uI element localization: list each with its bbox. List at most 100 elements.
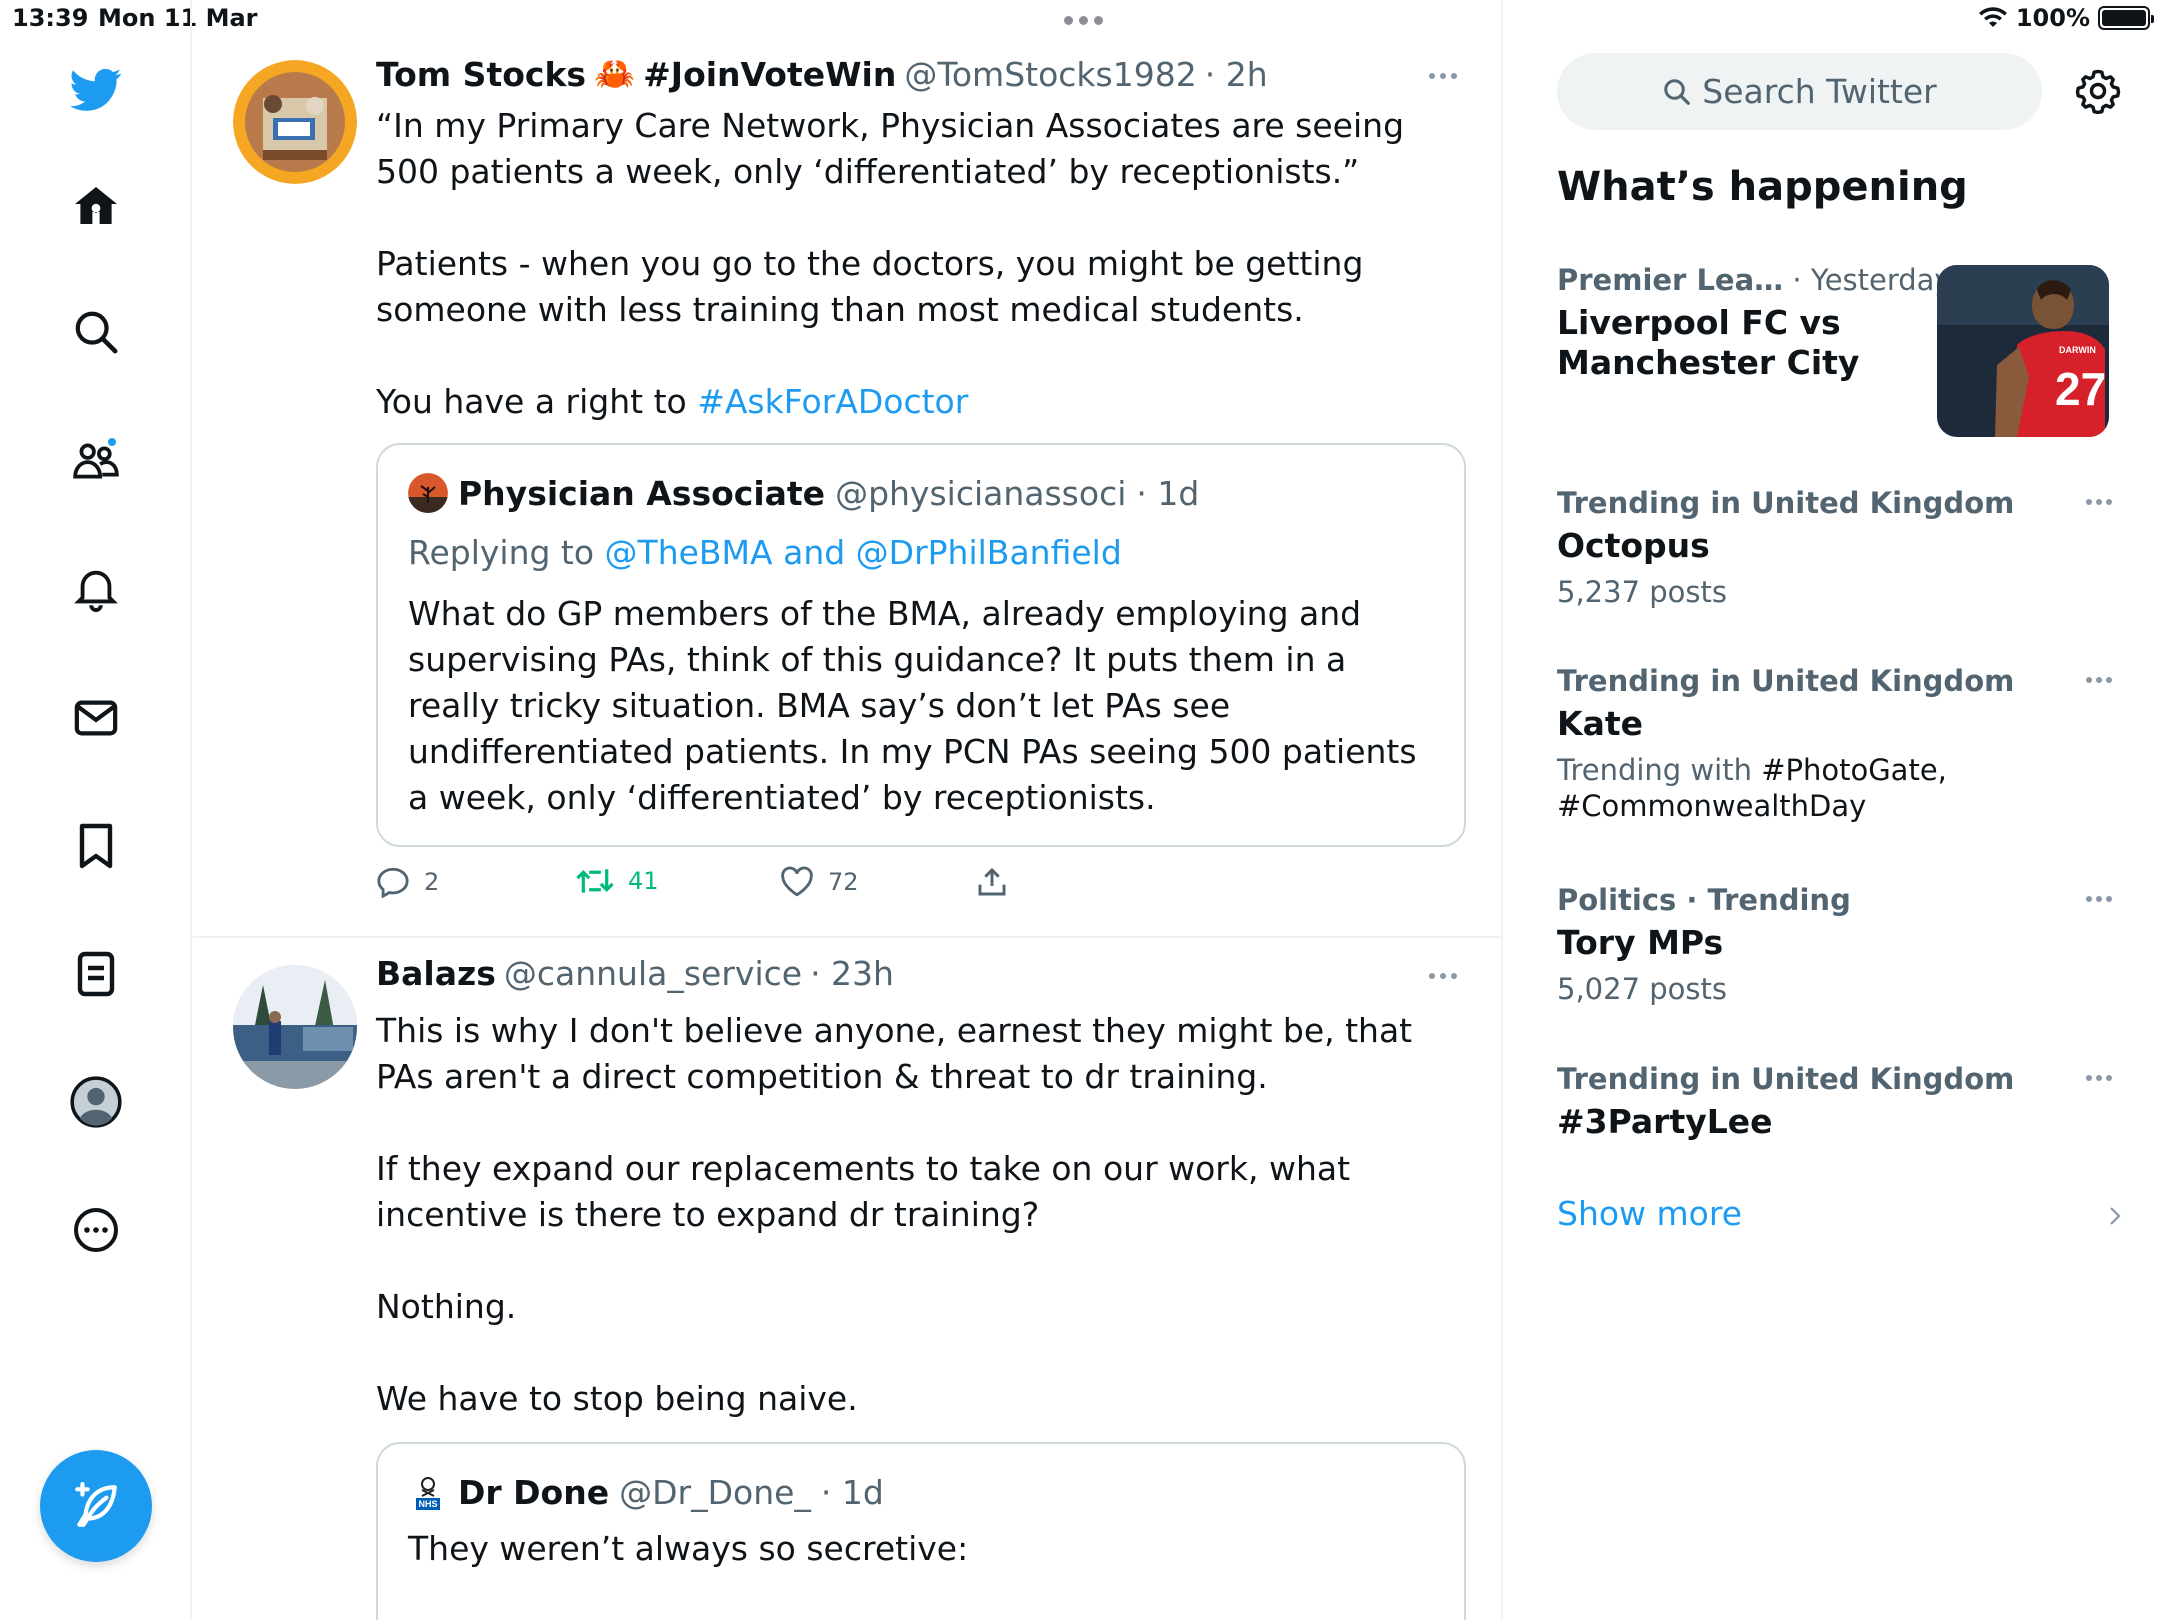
tweet-more-icon[interactable] [1423, 966, 1463, 986]
reply-count: 2 [424, 868, 440, 896]
author-name[interactable]: Balazs [376, 954, 496, 993]
settings-gear-icon[interactable] [2075, 68, 2121, 114]
compose-tweet-button[interactable] [40, 1450, 152, 1562]
explore-icon[interactable] [66, 302, 126, 362]
messages-envelope-icon[interactable] [66, 688, 126, 748]
trend-item[interactable]: Trending in United Kingdom Octopus 5,237… [1557, 486, 2117, 610]
twitter-logo-icon[interactable] [66, 60, 126, 120]
quoted-avatar: NHS [408, 1472, 448, 1512]
tweet-actions: 2 41 72 [376, 866, 1276, 906]
compose-feather-icon [75, 1482, 117, 1527]
tweet-paragraph: Patients - when you go to the doctors, y… [376, 244, 1364, 329]
trend-meta: Trending in United Kingdom [1557, 664, 2015, 698]
tweet-header: Balazs @cannula_service · 23h [376, 954, 894, 993]
avatar[interactable] [233, 965, 357, 1089]
home-icon[interactable] [66, 176, 126, 236]
tweet-paragraph: “In my Primary Care Network, Physician A… [376, 106, 1405, 191]
tweet-paragraph: Nothing. [376, 1287, 517, 1326]
tweet-paragraph: We have to stop being naive. [376, 1379, 858, 1418]
replying-to-links[interactable]: @TheBMA and @DrPhilBanfield [605, 533, 1122, 572]
tweet-paragraph: If they expand our replacements to take … [376, 1149, 1351, 1234]
trend-name: Octopus [1557, 526, 1710, 565]
reply-button[interactable]: 2 [376, 866, 439, 898]
bookmarks-icon[interactable] [66, 816, 126, 876]
quoted-text: They weren’t always so secretive: [408, 1529, 969, 1568]
tweet-text: This is why I don't believe anyone, earn… [376, 1008, 1436, 1422]
tweet-time[interactable]: · 23h [810, 954, 894, 993]
nav-rail [0, 0, 192, 1620]
quoted-author-name: Dr Done [458, 1472, 610, 1512]
retweet-count: 41 [628, 867, 659, 895]
trend-more-icon[interactable] [2081, 674, 2117, 686]
replying-to: Replying to @TheBMA and @DrPhilBanfield [408, 533, 1122, 572]
trend-meta: Premier Lea… · Yesterday [1557, 263, 1952, 297]
author-name[interactable]: Tom Stocks [376, 55, 586, 94]
trend-meta: Trending in United Kingdom [1557, 486, 2015, 520]
quoted-time: · 1d [820, 1472, 884, 1512]
trend-item[interactable]: Politics · Trending Tory MPs 5,027 posts [1557, 883, 2117, 1007]
quoted-author-name: Physician Associate [458, 473, 826, 513]
like-count: 72 [828, 868, 859, 896]
lists-icon[interactable] [66, 944, 126, 1004]
author-handle[interactable]: @cannula_service [504, 954, 802, 993]
retweet-button[interactable]: 41 [576, 866, 659, 896]
trend-name: Tory MPs [1557, 923, 1724, 962]
tweet-text: “In my Primary Care Network, Physician A… [376, 103, 1436, 425]
heart-icon [781, 866, 813, 897]
tweet-paragraph: This is why I don't believe anyone, earn… [376, 1011, 1413, 1096]
trend-item[interactable]: Trending in United Kingdom #3PartyLee [1557, 1062, 2117, 1142]
trend-meta: Trending in United Kingdom [1557, 1062, 2015, 1096]
trend-post-count: 5,237 posts [1557, 575, 1727, 609]
tweet-text-span: You have a right to [376, 382, 698, 421]
tweet-more-icon[interactable] [1423, 66, 1463, 86]
trend-sub: Trending with #PhotoGate, #CommonwealthD… [1557, 752, 1977, 824]
avatar[interactable] [233, 60, 357, 184]
trend-thumbnail[interactable]: DARWIN 27 [1937, 265, 2109, 437]
trend-item[interactable]: Premier Lea… · Yesterday Liverpool FC vs… [1557, 263, 1952, 383]
trend-item[interactable]: Trending in United Kingdom Kate Trending… [1557, 664, 2117, 824]
tweet[interactable]: Tom Stocks 🦀 #JoinVoteWin @TomStocks1982… [193, 0, 1501, 940]
whats-happening-title: What’s happening [1557, 164, 1968, 210]
author-name-hashtag: #JoinVoteWin [643, 54, 897, 94]
communities-icon[interactable] [66, 430, 126, 490]
share-button[interactable] [976, 866, 1008, 898]
tweet[interactable]: Balazs @cannula_service · 23h This is wh… [193, 938, 1501, 1620]
trend-meta: Politics · Trending [1557, 883, 1851, 917]
trend-more-icon[interactable] [2081, 1072, 2117, 1084]
trend-name: Liverpool FC vs Manchester City [1557, 303, 1860, 382]
timeline: Tom Stocks 🦀 #JoinVoteWin @TomStocks1982… [193, 0, 1503, 1620]
trend-category: Premier Lea… [1557, 263, 1784, 297]
tweet-time[interactable]: · 2h [1205, 55, 1268, 94]
svg-text:NHS: NHS [418, 1499, 437, 1509]
svg-text:27: 27 [2055, 363, 2106, 415]
show-more-link[interactable]: Show more [1557, 1194, 1742, 1233]
quoted-tweet[interactable]: Physician Associate @physicianassoci · 1… [376, 443, 1466, 847]
svg-text:DARWIN: DARWIN [2059, 345, 2096, 355]
trend-name: #3PartyLee [1557, 1102, 1773, 1141]
quoted-author-handle: @Dr_Done_ [619, 1472, 811, 1512]
replying-to-label: Replying to [408, 533, 605, 572]
crab-emoji: 🦀 [594, 54, 636, 93]
sidebar: Search Twitter What’s happening Premier … [1505, 0, 2160, 1620]
tweet-paragraph: You have a right to #AskForADoctor [376, 379, 1436, 425]
tweet-header: Tom Stocks 🦀 #JoinVoteWin @TomStocks1982… [376, 54, 1268, 94]
more-options-icon[interactable] [66, 1200, 126, 1260]
quoted-tweet[interactable]: NHS Dr Done @Dr_Done_ · 1d They weren’t … [376, 1442, 1466, 1620]
author-handle[interactable]: @TomStocks1982 [904, 55, 1196, 94]
quoted-author-handle: @physicianassoci [835, 473, 1127, 513]
chevron-right-icon [2110, 1207, 2121, 1225]
trend-more-icon[interactable] [2081, 496, 2117, 508]
trend-sub-prefix: Trending with [1557, 753, 1762, 787]
like-button[interactable]: 72 [780, 866, 859, 898]
search-placeholder: Search Twitter [1702, 72, 1937, 111]
trend-more-icon[interactable] [2081, 893, 2117, 905]
retweet-icon [576, 869, 614, 893]
profile-avatar-icon[interactable] [66, 1072, 126, 1132]
notifications-bell-icon[interactable] [66, 558, 126, 618]
quoted-avatar [408, 473, 448, 513]
reply-icon [377, 867, 409, 898]
share-icon [978, 867, 1006, 896]
search-input[interactable]: Search Twitter [1557, 53, 2042, 130]
search-icon [1664, 78, 1691, 105]
hashtag-link[interactable]: #AskForADoctor [697, 382, 968, 421]
